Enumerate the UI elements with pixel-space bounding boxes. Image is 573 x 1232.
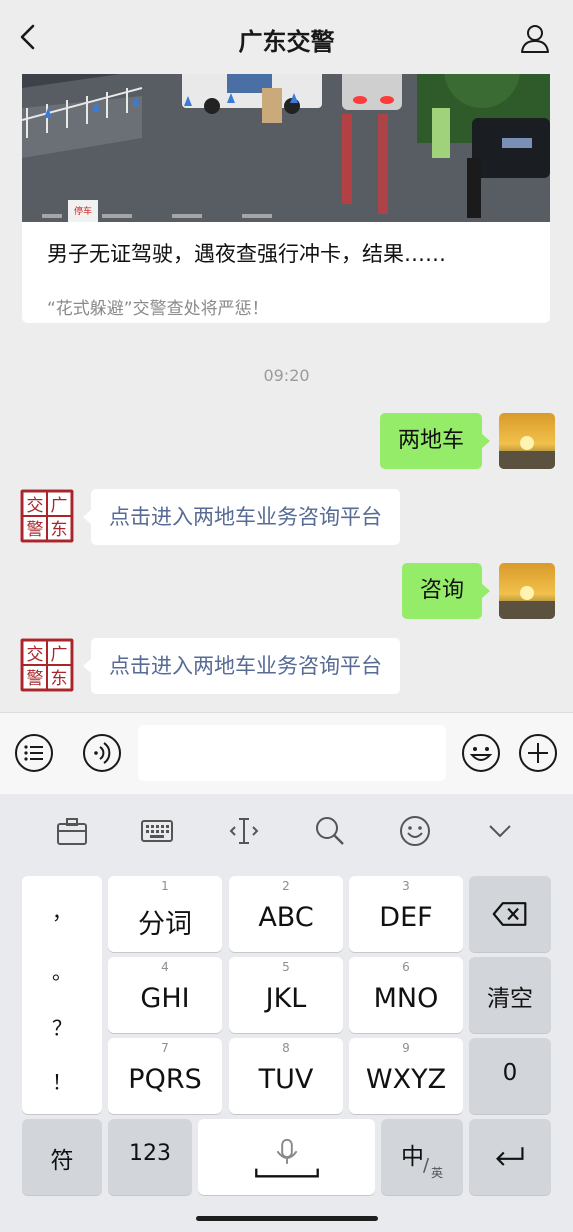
keyboard-layout-icon[interactable]	[140, 814, 174, 848]
backspace-key[interactable]	[469, 876, 551, 952]
link-text[interactable]: 点击进入两地车业务咨询平台	[109, 505, 382, 529]
key-1[interactable]: 1 分词	[108, 876, 222, 952]
seal-char: 警	[27, 520, 44, 540]
numeric-key[interactable]: 123	[108, 1119, 192, 1195]
message-timestamp: 09:20	[263, 366, 310, 385]
keyboard-emoji-icon[interactable]	[398, 814, 432, 848]
link-text[interactable]: 点击进入两地车业务咨询平台	[109, 654, 382, 678]
photo-stop-sign-text: 停车	[74, 205, 92, 217]
article-headline: 男子无证驾驶，遇夜查强行冲卡，结果……	[47, 242, 446, 266]
article-photo: 停车	[22, 48, 550, 222]
enter-arrow-icon	[496, 1147, 524, 1166]
backspace-icon	[492, 902, 527, 926]
zero-key[interactable]: 0	[469, 1038, 551, 1114]
article-subtitle: “花式躲避”交警查处将严惩！	[47, 299, 269, 319]
message-text: 两地车	[397, 428, 464, 453]
message-input[interactable]	[138, 725, 446, 781]
key-7[interactable]: 7 PQRS	[108, 1038, 222, 1114]
search-icon[interactable]	[313, 814, 347, 848]
article-card[interactable]: 停车 男子无证驾驶，遇夜查强行冲卡，结果…… “花式躲避”交警查处将严惩！	[22, 48, 550, 323]
chat-header: 广东交警	[0, 0, 573, 74]
menu-list-icon[interactable]	[14, 733, 54, 773]
clear-key[interactable]: 清空	[469, 957, 551, 1033]
toolbox-icon[interactable]	[55, 814, 89, 848]
home-indicator[interactable]	[196, 1216, 378, 1221]
space-key[interactable]	[198, 1119, 375, 1195]
punctuation-column[interactable]: ， 。 ？ ！	[22, 876, 102, 1114]
seal-char: 东	[51, 669, 68, 689]
seal-char: 警	[27, 669, 44, 689]
message-text: 咨询	[419, 578, 464, 603]
microphone-icon	[255, 1138, 319, 1178]
seal-char: 交	[27, 645, 44, 665]
chat-input-bar	[0, 712, 573, 794]
seal-char: 广	[51, 496, 68, 516]
guangdong-police-avatar[interactable]: 交 广 警 东	[20, 489, 74, 543]
outgoing-message[interactable]: 咨询	[401, 563, 491, 619]
incoming-link-message[interactable]: 点击进入两地车业务咨询平台	[83, 638, 400, 694]
collapse-keyboard-icon[interactable]	[483, 814, 517, 848]
emoji-icon[interactable]	[461, 733, 501, 773]
key-9[interactable]: 9 WXYZ	[349, 1038, 463, 1114]
seal-char: 广	[51, 645, 68, 665]
key-3[interactable]: 3 DEF	[349, 876, 463, 952]
add-more-icon[interactable]	[518, 733, 558, 773]
key-6[interactable]: 6 MNO	[349, 957, 463, 1033]
punct-question[interactable]: ？	[22, 1012, 102, 1041]
key-4[interactable]: 4 GHI	[108, 957, 222, 1033]
outgoing-message[interactable]: 两地车	[379, 413, 491, 469]
key-2[interactable]: 2 ABC	[229, 876, 343, 952]
key-8[interactable]: 8 TUV	[229, 1038, 343, 1114]
my-avatar[interactable]	[499, 563, 555, 619]
symbol-key[interactable]: 符	[22, 1119, 102, 1195]
text-cursor-icon[interactable]	[227, 814, 261, 848]
guangdong-police-avatar[interactable]: 交 广 警 东	[20, 638, 74, 692]
my-avatar[interactable]	[499, 413, 555, 469]
seal-char: 交	[27, 496, 44, 516]
voice-input-icon[interactable]	[82, 733, 122, 773]
seal-char: 东	[51, 520, 68, 540]
punct-period[interactable]: 。	[22, 956, 102, 985]
enter-key[interactable]	[469, 1119, 551, 1195]
punct-comma[interactable]: ，	[22, 896, 102, 925]
punct-exclaim[interactable]: ！	[22, 1066, 102, 1095]
language-toggle-key[interactable]: 中 / 英	[381, 1119, 463, 1195]
incoming-link-message[interactable]: 点击进入两地车业务咨询平台	[83, 489, 400, 545]
profile-icon[interactable]	[519, 22, 551, 54]
key-5[interactable]: 5 JKL	[229, 957, 343, 1033]
chat-title: 广东交警	[238, 28, 335, 56]
